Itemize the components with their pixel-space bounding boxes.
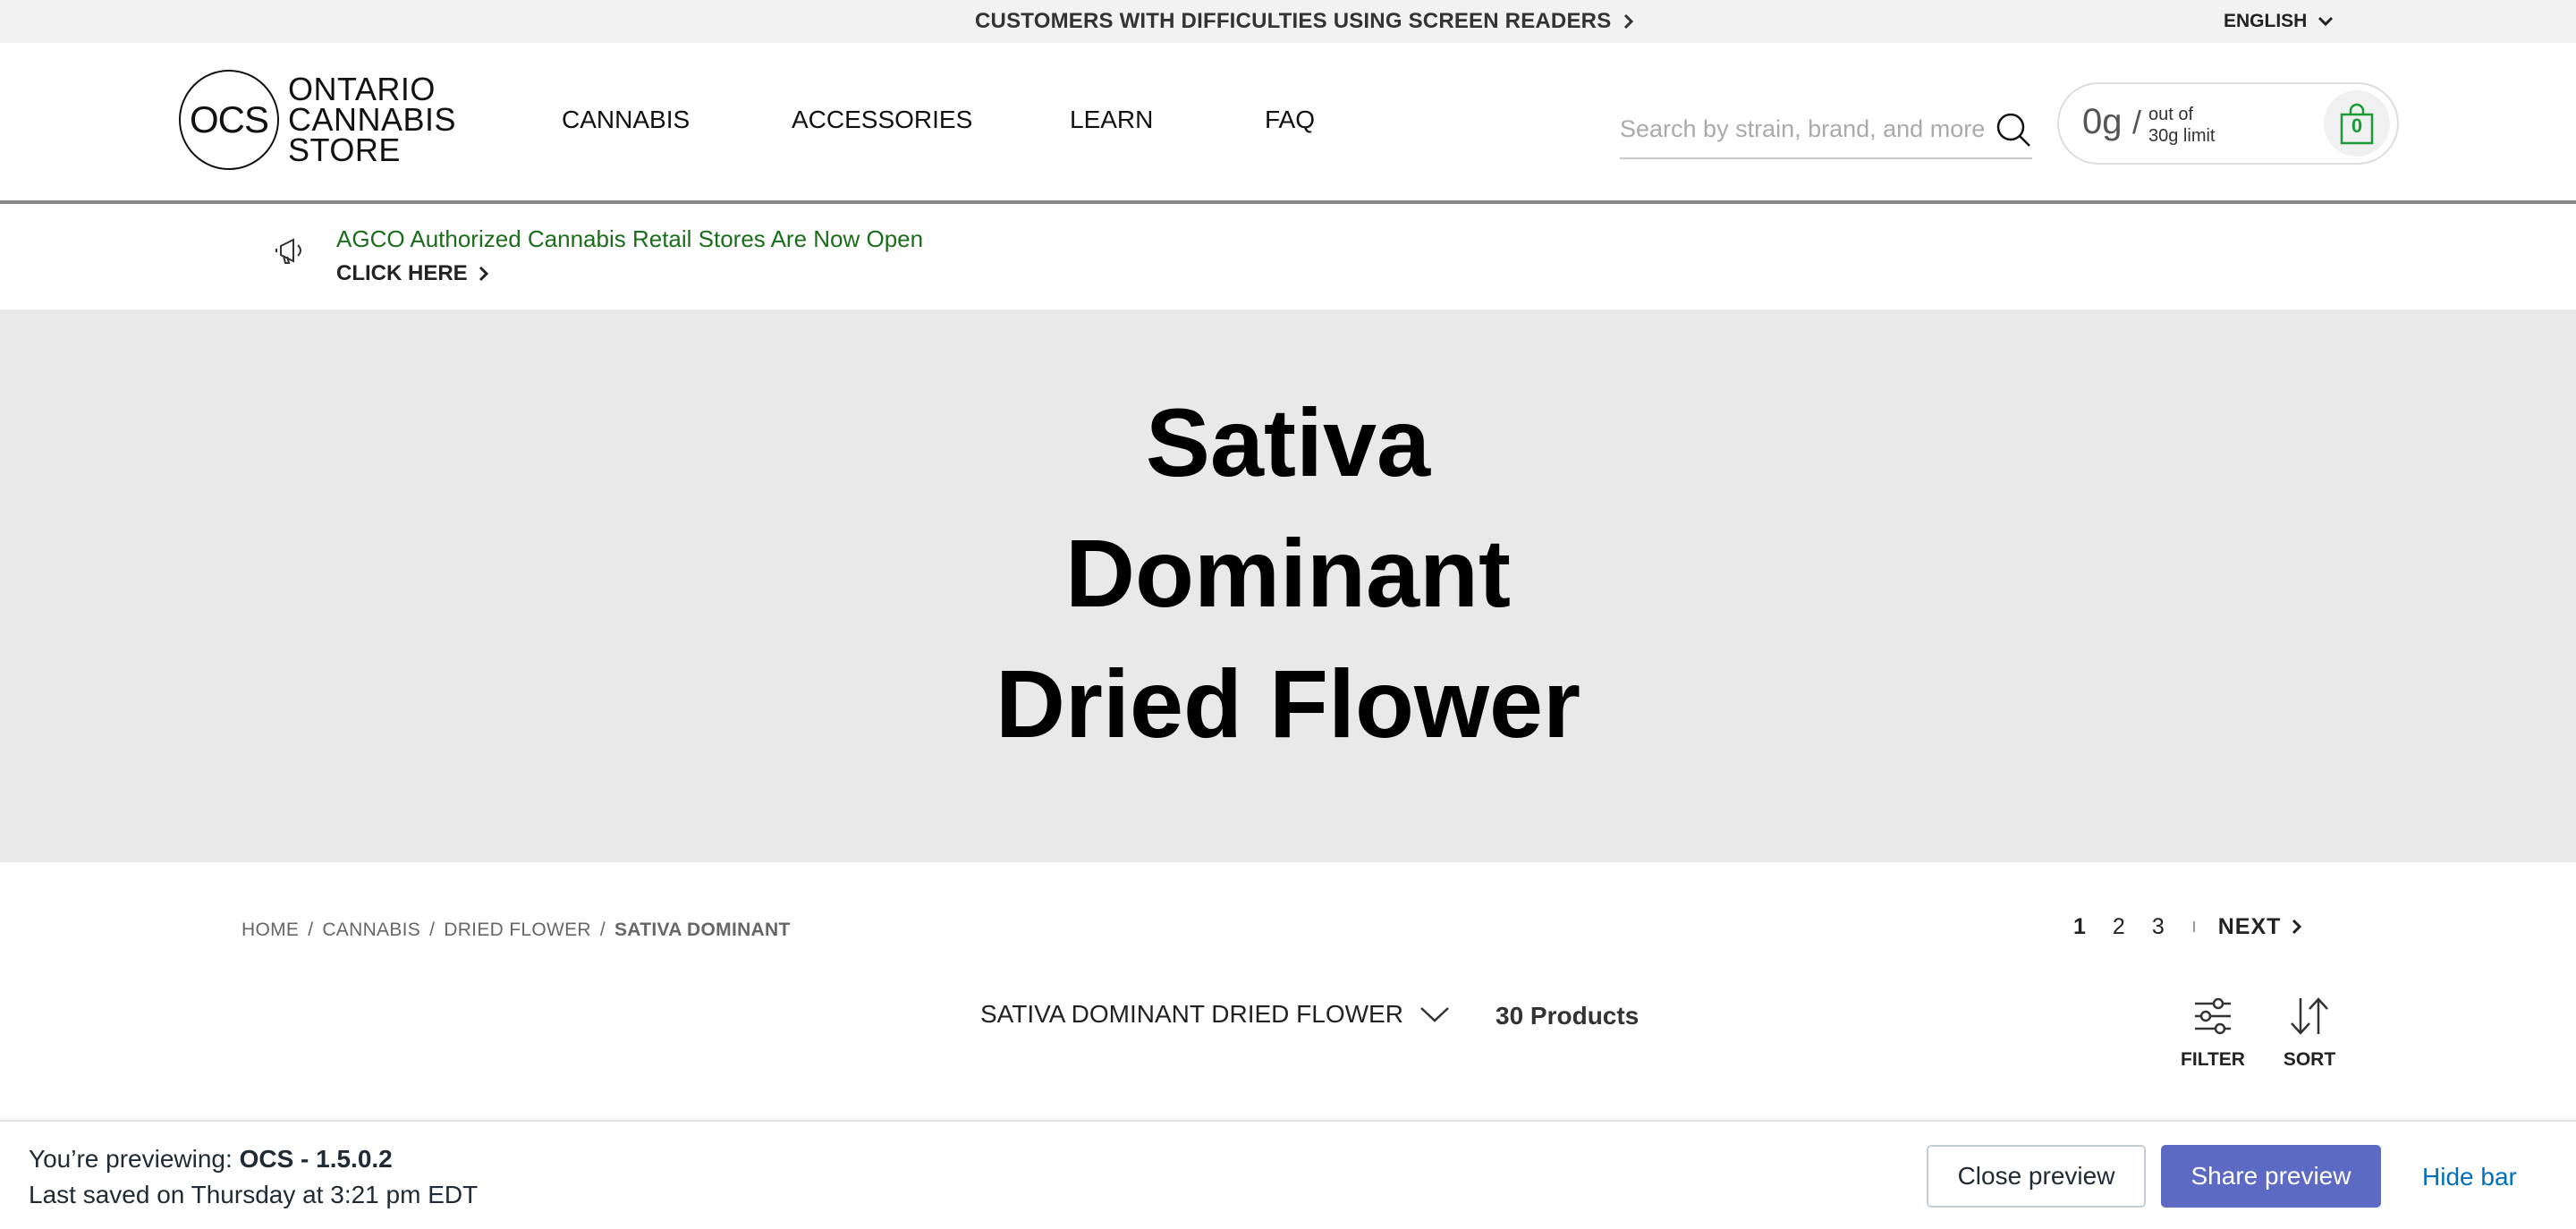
site-header: OCS ONTARIO CANNABIS STORE CANNABIS ACCE… (0, 43, 2576, 204)
purchase-amount: 0g (2082, 102, 2123, 141)
chevron-right-icon (1624, 13, 1634, 30)
preview-info: You’re previewing: OCS - 1.5.0.2 Last sa… (29, 1141, 478, 1213)
logo-line-1: ONTARIO (288, 71, 436, 107)
page-title-line-2: Dominant (1065, 519, 1511, 627)
category-dropdown-label: SATIVA DOMINANT DRIED FLOWER (980, 1000, 1403, 1028)
ocs-logo[interactable]: OCS ONTARIO CANNABIS STORE (179, 70, 456, 170)
preview-prefix: You’re previewing: (29, 1145, 233, 1173)
category-dropdown[interactable]: SATIVA DOMINANT DRIED FLOWER (980, 1000, 1450, 1029)
breadcrumb-home[interactable]: HOME (242, 920, 299, 941)
next-page-button[interactable]: NEXT (2218, 914, 2303, 940)
page-link-3[interactable]: 3 (2152, 914, 2165, 940)
preview-last-saved: Last saved on Thursday at 3:21 pm EDT (29, 1181, 479, 1208)
page-title: Sativa Dominant Dried Flower (0, 377, 2576, 769)
breadcrumb-separator: / (429, 920, 436, 940)
filter-label: FILTER (2181, 1049, 2245, 1070)
accessibility-bar: CUSTOMERS WITH DIFFICULTIES USING SCREEN… (0, 0, 2576, 43)
limit-separator: / (2132, 104, 2142, 140)
breadcrumb: HOME / CANNABIS / DRIED FLOWER / SATIVA … (242, 920, 791, 941)
shopping-bag-icon: 0 (2339, 102, 2375, 145)
language-label: ENGLISH (2224, 11, 2308, 31)
breadcrumb-cannabis[interactable]: CANNABIS (322, 920, 420, 941)
filter-sliders-icon (2195, 997, 2231, 1035)
hide-bar-link[interactable]: Hide bar (2422, 1163, 2517, 1191)
search-bar (1620, 98, 2032, 159)
cart-count: 0 (2351, 114, 2363, 137)
announcement-cta-label: CLICK HERE (336, 261, 468, 285)
nav-item-cannabis[interactable]: CANNABIS (562, 106, 690, 134)
sort-label: SORT (2283, 1049, 2336, 1070)
limit-text: out of 30g limit (2148, 104, 2215, 147)
product-count: 30 Products (1496, 1002, 1640, 1030)
announcement-banner: AGCO Authorized Cannabis Retail Stores A… (0, 208, 2576, 309)
sort-button[interactable]: SORT (2274, 996, 2345, 1071)
pagination: 1 2 3 NEXT (2073, 911, 2302, 943)
sort-arrows-icon (2291, 997, 2328, 1035)
preview-theme-line: You’re previewing: OCS - 1.5.0.2 (29, 1141, 478, 1177)
logo-line-3: STORE (288, 131, 401, 168)
chevron-right-icon (2292, 919, 2302, 935)
next-page-label: NEXT (2217, 913, 2282, 939)
close-preview-button[interactable]: Close preview (1927, 1145, 2146, 1208)
breadcrumb-separator: / (599, 920, 606, 940)
page-link-1[interactable]: 1 (2073, 914, 2086, 940)
breadcrumb-separator: / (308, 920, 314, 940)
nav-item-accessories[interactable]: ACCESSORIES (792, 106, 972, 134)
logo-line-2: CANNABIS (288, 101, 457, 138)
filter-button[interactable]: FILTER (2177, 996, 2249, 1071)
chevron-down-icon (2318, 16, 2334, 27)
screen-reader-help-link[interactable]: CUSTOMERS WITH DIFFICULTIES USING SCREEN… (975, 0, 1634, 43)
limit-amount: 30g limit (2148, 126, 2216, 146)
chevron-right-icon (479, 266, 488, 282)
breadcrumb-dried-flower[interactable]: DRIED FLOWER (444, 920, 591, 941)
pagination-divider (2192, 921, 2195, 932)
chevron-down-icon (1420, 1007, 1449, 1022)
search-icon[interactable] (1995, 111, 2032, 148)
purchase-limit-widget[interactable]: 0g / out of 30g limit 0 (2057, 82, 2399, 165)
nav-item-learn[interactable]: LEARN (1070, 106, 1153, 134)
language-selector[interactable]: ENGLISH (2224, 0, 2334, 43)
search-input[interactable] (1620, 107, 1987, 150)
screen-reader-help-label: CUSTOMERS WITH DIFFICULTIES USING SCREEN… (975, 9, 1612, 33)
nav-item-faq[interactable]: FAQ (1265, 106, 1315, 134)
announcement-cta-link[interactable]: CLICK HERE (336, 261, 489, 286)
preview-theme-name: OCS - 1.5.0.2 (239, 1145, 393, 1173)
logo-wordmark: ONTARIO CANNABIS STORE (288, 71, 457, 168)
megaphone-icon (275, 238, 301, 264)
announcement-message: AGCO Authorized Cannabis Retail Stores A… (336, 225, 924, 252)
page-title-line-3: Dried Flower (995, 649, 1581, 758)
limit-out-of: out of (2148, 105, 2194, 124)
theme-preview-bar: You’re previewing: OCS - 1.5.0.2 Last sa… (0, 1120, 2576, 1229)
cart-button[interactable]: 0 (2324, 90, 2390, 157)
page-title-line-1: Sativa (1145, 388, 1431, 496)
page-link-2[interactable]: 2 (2113, 914, 2125, 940)
category-hero: Sativa Dominant Dried Flower (0, 309, 2576, 862)
share-preview-button[interactable]: Share preview (2161, 1145, 2381, 1208)
logo-monogram: OCS (179, 70, 279, 170)
breadcrumb-current: SATIVA DOMINANT (614, 920, 791, 940)
